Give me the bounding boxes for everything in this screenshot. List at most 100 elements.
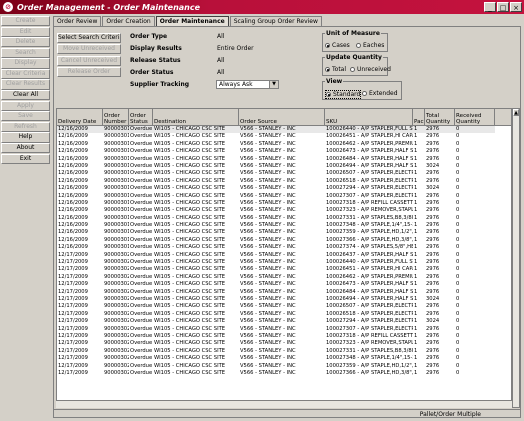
table-row[interactable]: 12/16/2009 90000301 Overdue WI105 - CHICAGO… (57, 244, 511, 251)
scroll-up-icon[interactable]: ▲ (513, 109, 519, 116)
table-cell: 12/16/2009 (58, 140, 88, 147)
table-row[interactable]: 12/16/2009 90000301 Overdue WI105 - CHICAGO… (57, 193, 511, 200)
view-extended-radio[interactable]: Extended (362, 90, 398, 97)
table-row[interactable]: 12/16/2009 90000301 Overdue WI105 - CHICAGO… (57, 148, 511, 155)
column-header[interactable]: Order Number (103, 109, 129, 125)
column-header[interactable]: Total Quantity (425, 109, 455, 125)
update-total-radio[interactable]: Total (325, 66, 346, 73)
table-row[interactable]: 12/16/2009 90000301 Overdue WI105 - CHICAGO… (57, 207, 511, 214)
table-row[interactable]: 12/17/2009 90000302 Overdue WI105 - CHICAGO… (57, 326, 511, 333)
table-row[interactable]: 12/16/2009 90000301 Overdue WI105 - CHICAGO… (57, 163, 511, 170)
release-order-button[interactable]: Release Order (57, 67, 121, 77)
table-row[interactable]: 12/16/2009 90000301 Overdue WI105 - CHICAGO… (57, 200, 511, 207)
table-row[interactable]: 12/17/2009 90000302 Overdue WI105 - CHICAGO… (57, 274, 511, 281)
table-cell: 0 (456, 340, 460, 347)
column-header[interactable]: Order Status (129, 109, 153, 125)
table-row[interactable]: 12/16/2009 90000301 Overdue WI105 - CHICAGO… (57, 178, 511, 185)
update-unreceived-radio[interactable]: Unreceived (350, 66, 391, 73)
tab-order-creation[interactable]: Order Creation (102, 16, 155, 26)
sidebar-refresh-button[interactable]: Refresh (1, 121, 50, 132)
column-header[interactable]: Received Quantity (455, 109, 495, 125)
table-cell: Overdue (130, 318, 153, 325)
table-cell: 90000302 (104, 303, 129, 310)
table-cell: 90000301 (103, 126, 129, 134)
table-row[interactable]: 12/17/2009 90000302 Overdue WI105 - CHICAGO… (57, 370, 511, 377)
tab-order-maintenance[interactable]: Order Maintenance (155, 16, 229, 26)
sidebar-exit-button[interactable]: Exit (1, 153, 50, 164)
table-row[interactable]: 12/16/2009 90000301 Overdue WI105 - CHICAGO… (57, 222, 511, 229)
table-cell: 0 (456, 222, 460, 229)
table-row[interactable]: 12/17/2009 90000302 Overdue WI105 - CHICAGO… (57, 355, 511, 362)
column-header[interactable]: Order Source (239, 109, 325, 125)
horizontal-scrollbar[interactable] (56, 400, 512, 408)
table-cell: 0 (456, 133, 460, 140)
sidebar-help-button[interactable]: Help (1, 132, 50, 143)
table-row[interactable]: 12/17/2009 90000302 Overdue WI105 - CHICAGO… (57, 252, 511, 259)
table-cell: WI105 - CHICAGO CSC SITE (154, 340, 226, 347)
table-row[interactable]: 12/17/2009 90000302 Overdue WI105 - CHICAGO… (57, 333, 511, 340)
column-header[interactable]: Delivery Date (57, 109, 103, 125)
uom-eaches-radio[interactable]: Eaches (356, 42, 384, 49)
table-cell: 12/16/2009 (58, 222, 88, 229)
column-header[interactable]: Pack (413, 109, 425, 125)
sidebar-clear-results-button[interactable]: Clear Results (1, 79, 50, 90)
view-standard-radio[interactable]: Standard (325, 90, 362, 99)
tab-order-review[interactable]: Order Review (53, 16, 102, 26)
maximize-icon[interactable]: □ (497, 2, 509, 12)
sidebar-display-button[interactable]: Display (1, 58, 50, 69)
table-row[interactable]: 12/17/2009 90000302 Overdue WI105 - CHICAGO… (57, 259, 511, 266)
table-row[interactable]: 12/17/2009 90000302 Overdue WI105 - CHICAGO… (57, 348, 511, 355)
chevron-down-icon[interactable]: ▼ (269, 81, 278, 88)
table-row[interactable]: 12/17/2009 90000302 Overdue WI105 - CHICAGO… (57, 281, 511, 288)
table-cell: V566 - STANLEY - INC (240, 222, 296, 229)
move-unreceived-button[interactable]: Move Unreceived (57, 44, 121, 54)
sidebar-about-button[interactable]: About (1, 142, 50, 154)
supplier-tracking-select[interactable]: Always Ask ▼ (216, 80, 279, 89)
table-row[interactable]: 12/16/2009 90000301 Overdue WI105 - CHICAGO… (57, 237, 511, 244)
sidebar-clear-all-button[interactable]: Clear All (1, 90, 50, 101)
table-cell: 0 (456, 310, 460, 317)
table-row[interactable]: 12/17/2009 90000302 Overdue WI105 - CHICAGO… (57, 311, 511, 318)
table-cell: 2976 (425, 126, 455, 134)
table-row[interactable]: 12/16/2009 90000301 Overdue WI105 - CHICAGO… (57, 126, 511, 134)
minimize-icon[interactable]: _ (484, 2, 496, 12)
table-row[interactable]: 12/17/2009 90000302 Overdue WI105 - CHICAGO… (57, 303, 511, 310)
table-cell: 100026462 - A/P STAPLER,PREMIUM, (326, 140, 413, 147)
sidebar-search-button[interactable]: Search (1, 47, 50, 58)
table-row[interactable]: 12/16/2009 90000301 Overdue WI105 - CHICAGO… (57, 156, 511, 163)
radio-icon (356, 43, 361, 48)
table-cell: 0 (456, 192, 460, 199)
table-cell: V566 - STANLEY - INC (240, 162, 296, 169)
sidebar-clear-criteria-button[interactable]: Clear Criteria (1, 68, 50, 80)
table-row[interactable]: 12/16/2009 90000301 Overdue WI105 - CHICAGO… (57, 170, 511, 177)
table-row[interactable]: 12/16/2009 90000301 Overdue WI105 - CHICAGO… (57, 133, 511, 140)
column-header[interactable]: SKU (325, 109, 413, 125)
table-row[interactable]: 12/17/2009 90000302 Overdue WI105 - CHICAGO… (57, 296, 511, 303)
sidebar-apply-button[interactable]: Apply (1, 100, 50, 111)
column-header[interactable]: Destination (153, 109, 239, 125)
table-row[interactable]: 12/17/2009 90000302 Overdue WI105 - CHICAGO… (57, 289, 511, 296)
table-row[interactable]: 12/16/2009 90000301 Overdue WI105 - CHICAGO… (57, 215, 511, 222)
table-row[interactable]: 12/17/2009 90000302 Overdue WI105 - CHICAGO… (57, 318, 511, 325)
sidebar-edit-button[interactable]: Edit (1, 26, 50, 37)
table-cell: 1 (414, 266, 418, 273)
vertical-scrollbar[interactable]: ▲ (512, 108, 520, 408)
uom-cases-radio[interactable]: Cases (325, 42, 350, 49)
sidebar-create-button[interactable]: Create (1, 16, 50, 27)
sidebar-save-button[interactable]: Save (1, 111, 50, 122)
select-search-criteria-button[interactable]: Select Search Criteria (57, 33, 121, 43)
sidebar-delete-button[interactable]: Delete (1, 37, 50, 48)
status-bar: Pallet/Order Multiple (53, 409, 521, 420)
close-icon[interactable]: × (510, 2, 522, 12)
cancel-unreceived-button[interactable]: Cancel Unreceived (57, 56, 121, 66)
table-row[interactable]: 12/16/2009 90000301 Overdue WI105 - CHICAGO… (57, 185, 511, 192)
table-cell: WI105 - CHICAGO CSC SITE (154, 369, 226, 376)
table-row[interactable]: 12/16/2009 90000301 Overdue WI105 - CHICAGO… (57, 141, 511, 148)
table-row[interactable]: 12/16/2009 90000301 Overdue WI105 - CHICAGO… (57, 229, 511, 236)
table-row[interactable]: 12/17/2009 90000302 Overdue WI105 - CHICAGO… (57, 340, 511, 347)
table-cell: 0 (456, 355, 460, 362)
table-row[interactable]: 12/17/2009 90000302 Overdue WI105 - CHICAGO… (57, 363, 511, 370)
table-cell: Overdue (130, 214, 153, 221)
tab-scaling-group-order-review[interactable]: Scaling Group Order Review (229, 16, 322, 26)
table-row[interactable]: 12/17/2009 90000302 Overdue WI105 - CHICAGO… (57, 266, 511, 273)
